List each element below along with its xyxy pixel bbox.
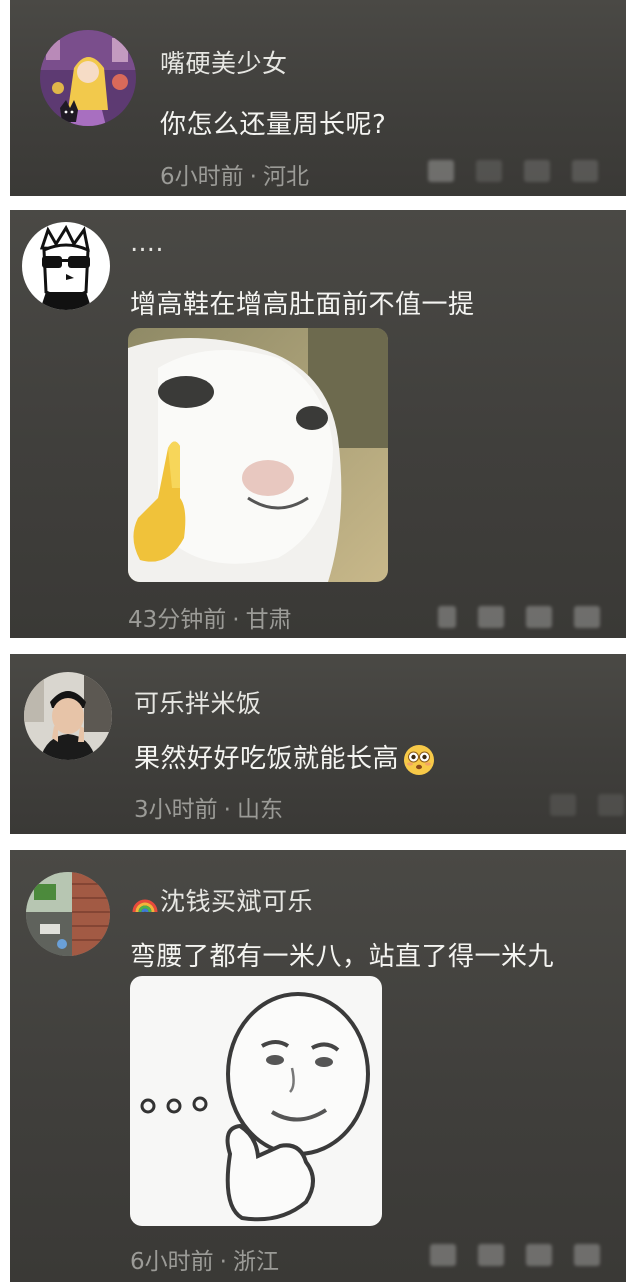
comment-location: 山东 xyxy=(236,797,283,823)
comment-meta: 43分钟前 · 甘肃 xyxy=(128,600,292,634)
reply-icon[interactable] xyxy=(428,160,454,182)
comment-actions xyxy=(438,606,600,628)
reply-icon[interactable] xyxy=(430,1244,456,1266)
username[interactable]: 可乐拌米饭 xyxy=(134,684,262,720)
comment-text: 增高鞋在增高肚面前不值一提 xyxy=(130,290,475,320)
like-icon[interactable] xyxy=(574,1244,600,1266)
cat-pointing-up-sticker xyxy=(128,328,388,582)
username-text: 沈钱买斌可乐 xyxy=(160,887,314,916)
comment-location: 河北 xyxy=(262,164,309,190)
comment-card: 沈钱买斌可乐 弯腰了都有一米八，站直了得一米九 6小时前 · 浙江 xyxy=(10,850,626,1282)
dislike-icon[interactable] xyxy=(526,606,552,628)
username[interactable]: …. xyxy=(130,228,164,257)
like-icon[interactable] xyxy=(574,606,600,628)
comment-card: 可乐拌米饭 果然好好吃饭就能长高 3小时前 · 山东 xyxy=(10,654,626,834)
flushed-face-emoji xyxy=(404,744,435,775)
room-photo-avatar-icon xyxy=(26,872,110,956)
meta-separator: · xyxy=(232,607,240,633)
comment-time: 43分钟前 xyxy=(128,607,227,633)
comment-location: 甘肃 xyxy=(245,607,292,633)
dislike-icon[interactable] xyxy=(598,794,624,816)
comment-actions xyxy=(550,794,624,816)
rainbow-icon xyxy=(132,899,158,913)
dislike-icon[interactable] xyxy=(524,160,550,182)
avatar[interactable] xyxy=(24,672,112,760)
sticker-image[interactable] xyxy=(128,328,388,582)
avatar[interactable] xyxy=(40,30,136,126)
comment-text: 你怎么还量周长呢? xyxy=(160,110,387,140)
share-icon[interactable] xyxy=(478,606,504,628)
comment-text: 弯腰了都有一米八，站直了得一米九 xyxy=(130,942,555,972)
thinking-face-sticker xyxy=(130,976,382,1226)
comment-card: …. 增高鞋在增高肚面前不值一提 43分钟前 · 甘肃 xyxy=(10,210,626,638)
comment-time: 3小时前 xyxy=(134,797,218,823)
meta-separator: · xyxy=(223,797,231,823)
cartoon-dog-sunglasses-avatar-icon xyxy=(22,222,110,310)
comment-text-content: 果然好好吃饭就能长高 xyxy=(134,744,400,774)
avatar[interactable] xyxy=(26,872,110,956)
comment-meta: 6小时前 · 浙江 xyxy=(130,1242,279,1276)
comment-actions xyxy=(428,160,598,182)
comment-actions xyxy=(430,1244,600,1266)
meta-separator: · xyxy=(219,1249,227,1275)
comment-location: 浙江 xyxy=(232,1249,279,1275)
comment-time: 6小时前 xyxy=(130,1249,214,1275)
comment-meta: 6小时前 · 河北 xyxy=(160,157,309,191)
dislike-icon[interactable] xyxy=(526,1244,552,1266)
comment-time: 6小时前 xyxy=(160,164,244,190)
share-icon[interactable] xyxy=(478,1244,504,1266)
like-icon[interactable] xyxy=(572,160,598,182)
comment-meta: 3小时前 · 山东 xyxy=(134,790,283,824)
anime-girl-avatar-icon xyxy=(40,30,136,126)
username[interactable]: 嘴硬美少女 xyxy=(160,44,288,80)
person-photo-avatar-icon xyxy=(24,672,112,760)
share-icon[interactable] xyxy=(476,160,502,182)
sticker-image[interactable] xyxy=(130,976,382,1226)
username[interactable]: 沈钱买斌可乐 xyxy=(132,882,313,918)
avatar[interactable] xyxy=(22,222,110,310)
like-icon[interactable] xyxy=(550,794,576,816)
meta-separator: · xyxy=(249,164,257,190)
reply-icon[interactable] xyxy=(438,606,456,628)
comment-text: 果然好好吃饭就能长高 xyxy=(134,738,435,776)
comment-card: 嘴硬美少女 你怎么还量周长呢? 6小时前 · 河北 xyxy=(10,0,626,196)
